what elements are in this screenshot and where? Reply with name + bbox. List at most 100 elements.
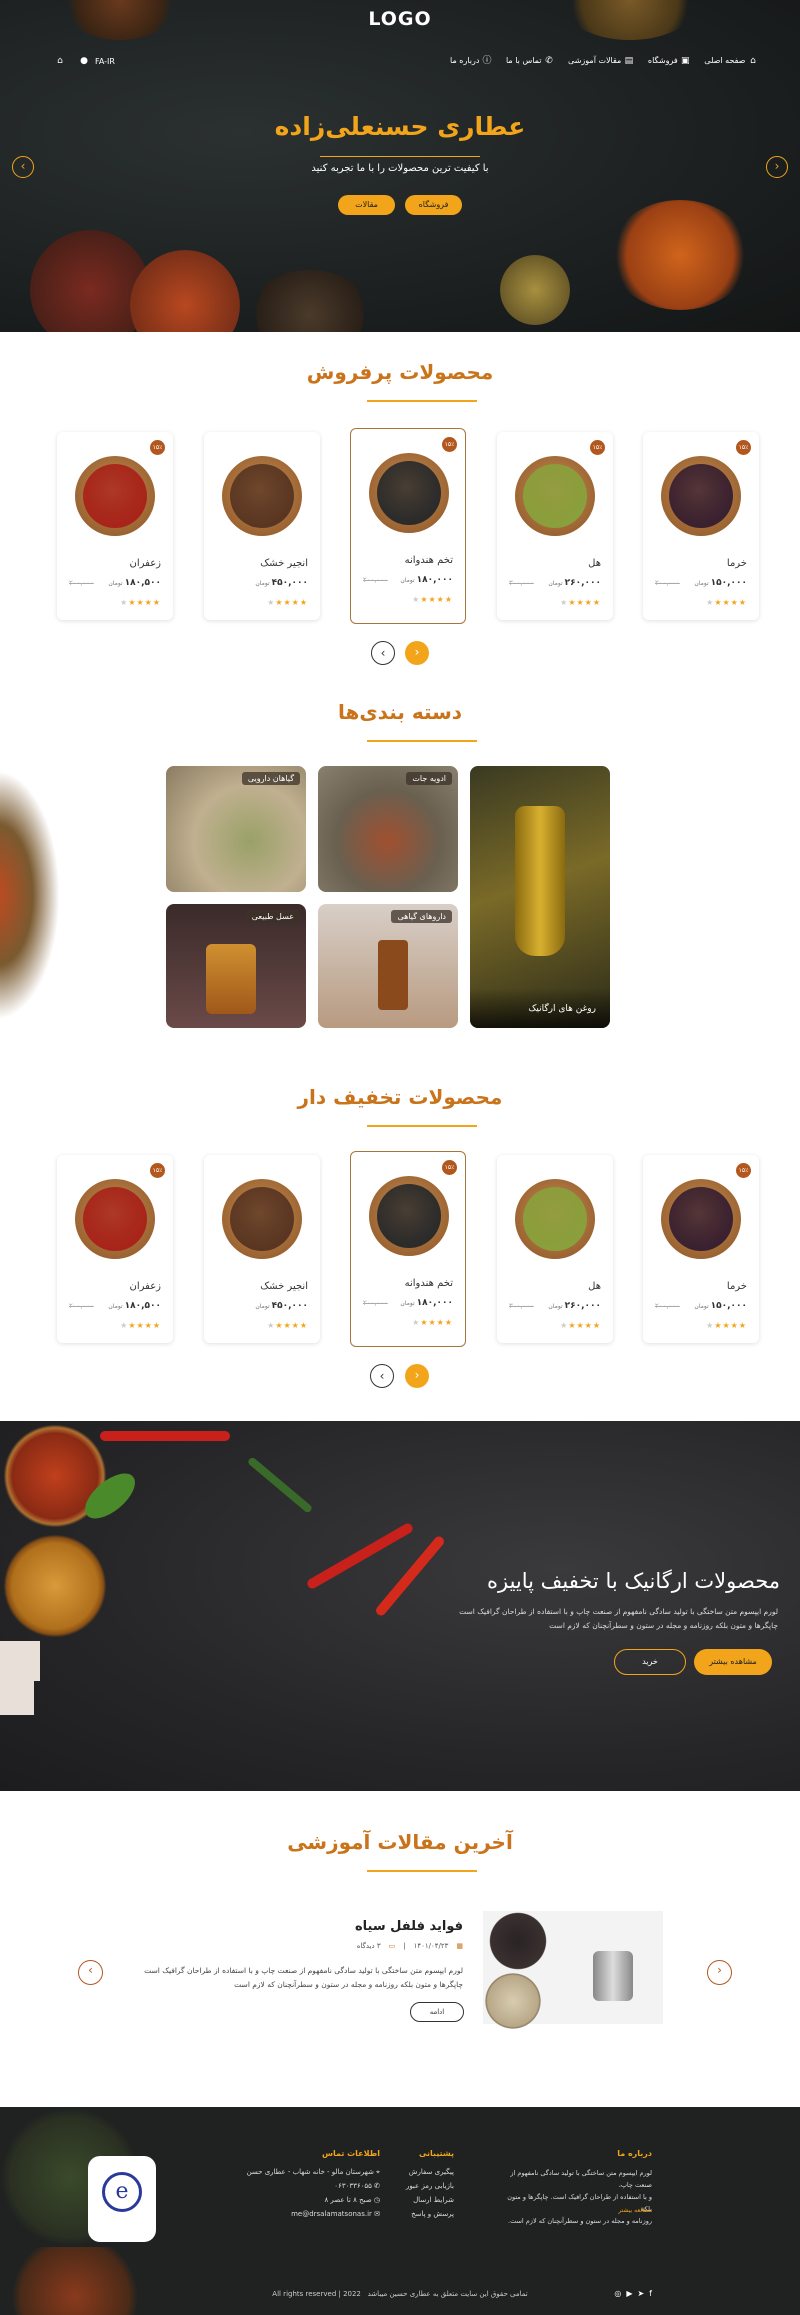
article-title[interactable]: فواید فلفل سیاه	[355, 1919, 463, 1934]
product-card[interactable]: ۱۵٪ تخم هندوانه ۱۸۰,۰۰۰تومان ۲۰۰,۰۰۰ ★★★★★	[350, 428, 466, 624]
promo-banner: محصولات ارگانیک با تخفیف پاییزه لورم ایپ…	[0, 1421, 800, 1791]
article-comments: ۳ دیدگاه	[356, 1942, 381, 1950]
nav-home[interactable]: ⌂ صفحه اصلی	[704, 56, 758, 66]
discount-title: محصولات تخفیف دار	[297, 1085, 503, 1109]
pepper-grinder	[593, 1951, 633, 2001]
hero-title: عطاری حسنعلی‌زاده	[274, 112, 526, 141]
section-underline	[367, 740, 477, 742]
garlic-clove	[0, 1681, 34, 1715]
section-underline	[367, 1125, 477, 1127]
product-card[interactable]: ۱۵٪ هل ۲۶۰,۰۰۰تومان ۳۰۰,۰۰۰ ★★★★★	[497, 432, 613, 620]
articles-prev-button[interactable]: ‹	[78, 1960, 103, 1985]
footer-support-link[interactable]: شرایط ارسال	[406, 2193, 454, 2207]
article-image[interactable]	[483, 1911, 663, 2031]
category-card-herbs[interactable]: گیاهان دارویی	[166, 766, 306, 892]
footer-phone[interactable]: ✆ ۰۶۳۰۳۳۶۰۵۵	[240, 2179, 380, 2193]
footer-contact-list: ⌖ شهرستان مالو - خانه شهاب - عطاری حسن ✆…	[240, 2165, 380, 2221]
product-fill	[669, 464, 733, 528]
product-card[interactable]: ۱۵٪ زعفران ۱۸۰,۵۰۰تومان ۲۰۰,۰۰۰ ★★★★★	[57, 432, 173, 620]
nav-shop[interactable]: ▣ فروشگاه	[648, 56, 690, 66]
footer-support-link[interactable]: پیگیری سفارش	[406, 2165, 454, 2179]
articles-next-button[interactable]: ›	[707, 1960, 732, 1985]
product-image	[661, 1179, 741, 1259]
rating-stars: ★★★★★	[706, 598, 747, 607]
medicine-bottle-image	[378, 940, 408, 1010]
footer-hours: ◷ صبح ۸ تا عصر ۸	[324, 2196, 380, 2204]
hero-articles-button[interactable]: مقالات	[338, 195, 395, 215]
category-label: داروهای گیاهی	[391, 910, 452, 923]
discount-badge: ۱۵٪	[442, 437, 457, 452]
footer-support-link[interactable]: پرسش و پاسخ	[406, 2207, 454, 2221]
spice-decoration	[0, 2247, 150, 2315]
article-read-more-button[interactable]: ادامه	[410, 2002, 464, 2022]
user-icon[interactable]: ●	[79, 56, 89, 66]
hero-shop-button[interactable]: فروشگاه	[405, 195, 462, 215]
spices-decoration	[0, 770, 60, 1020]
category-card-herbal-medicine[interactable]: داروهای گیاهی	[318, 904, 458, 1028]
product-old-price: ۲۰۰,۰۰۰	[655, 1302, 680, 1310]
discount-next-button[interactable]: ›	[405, 1364, 429, 1388]
product-card[interactable]: ۱۵٪ خرما ۱۵۰,۰۰۰تومان ۲۰۰,۰۰۰ ★★★★★	[643, 432, 759, 620]
product-image	[661, 456, 741, 536]
cart-icon[interactable]: ⌂	[55, 56, 65, 66]
footer-support-link[interactable]: بازیابی رمز عبور	[406, 2179, 454, 2193]
product-fill	[523, 464, 587, 528]
red-chili	[305, 1521, 415, 1591]
garlic-clove	[0, 1641, 40, 1681]
site-logo[interactable]: LOGO	[0, 8, 800, 30]
spice-pile-decoration	[130, 250, 240, 332]
product-image	[369, 453, 449, 533]
discount-prev-button[interactable]: ‹	[370, 1364, 394, 1388]
price-value: ۱۵۰,۰۰۰	[710, 1301, 747, 1311]
calendar-icon: ▦	[456, 1942, 463, 1950]
copyright-bar: All rights reserved | 2022 تمامی حقوق ای…	[0, 2290, 800, 2298]
product-name: هل	[588, 1281, 601, 1292]
product-card[interactable]: ۱۵٪ تخم هندوانه ۱۸۰,۰۰۰تومان ۲۰۰,۰۰۰ ★★★★★	[350, 1151, 466, 1347]
promo-more-button[interactable]: مشاهده بیشتر	[694, 1649, 772, 1675]
product-name: انجیر خشک	[260, 1281, 308, 1292]
footer-support-title: پشتیبانی	[418, 2149, 454, 2158]
price-value: ۲۶۰,۰۰۰	[564, 1301, 601, 1311]
spice-pile-decoration	[610, 200, 750, 310]
product-card[interactable]: هل ۲۶۰,۰۰۰تومان ۳۰۰,۰۰۰ ★★★★★	[497, 1155, 613, 1343]
promo-title: محصولات ارگانیک با تخفیف پاییزه	[486, 1569, 780, 1593]
honey-jar-image	[206, 944, 256, 1014]
footer-about-more-link[interactable]: مطالعه بیشتر	[618, 2207, 652, 2214]
footer-email[interactable]: ✉ me@drsalamatsonas.ir	[240, 2207, 380, 2221]
price-value: ۱۸۰,۰۰۰	[416, 1298, 453, 1308]
nav-about[interactable]: ⓘ درباره ما	[450, 56, 492, 66]
nav-contact[interactable]: ✆ تماس با ما	[506, 56, 554, 66]
hero-banner: LOGO FA-IR ● ⌂ ⌂ صفحه اصلی ▣ فروشگاه ▤ م…	[0, 0, 800, 332]
discount-badge: ۱۵٪	[442, 1160, 457, 1175]
enamad-trust-badge[interactable]: e	[88, 2156, 156, 2242]
comment-icon: ▭	[388, 1942, 396, 1950]
category-card-honey[interactable]: عسل طبیعی	[166, 904, 306, 1028]
product-name: تخم هندوانه	[404, 1278, 453, 1289]
product-card[interactable]: ۱۵٪ زعفران ۱۸۰,۵۰۰تومان ۲۰۰,۰۰۰ ★★★★★	[57, 1155, 173, 1343]
product-image	[75, 456, 155, 536]
product-card[interactable]: انجیر خشک ۴۵۰,۰۰۰تومان ★★★★★	[204, 1155, 320, 1343]
product-old-price: ۲۰۰,۰۰۰	[655, 579, 680, 587]
bestsellers-next-button[interactable]: ›	[405, 641, 429, 665]
price-unit: تومان	[548, 1303, 563, 1310]
category-card-organic-oils[interactable]: روغن های ارگانیک	[470, 766, 610, 1028]
product-price: ۴۵۰,۰۰۰تومان	[255, 578, 308, 588]
clock-icon: ◷	[371, 2196, 380, 2204]
product-image	[222, 456, 302, 536]
product-card[interactable]: انجیر خشک ۴۵۰,۰۰۰تومان ★★★★★	[204, 432, 320, 620]
hero-subtitle: با کیفیت ترین محصولات را با ما تجربه کنی…	[311, 163, 489, 174]
language-switch[interactable]: FA-IR	[95, 57, 115, 66]
price-unit: تومان	[255, 580, 270, 587]
product-card[interactable]: ۱۵٪ خرما ۱۵۰,۰۰۰تومان ۲۰۰,۰۰۰ ★★★★★	[643, 1155, 759, 1343]
product-image	[515, 1179, 595, 1259]
product-fill	[83, 1187, 147, 1251]
footer-about-line: لورم ایپسوم متن ساختگی با تولید سادگی نا…	[510, 2169, 652, 2189]
footer-about-text: لورم ایپسوم متن ساختگی با تولید سادگی نا…	[507, 2167, 652, 2227]
category-card-spices[interactable]: ادویه جات	[318, 766, 458, 892]
promo-buy-button[interactable]: خرید	[614, 1649, 686, 1675]
spice-pile-decoration	[250, 270, 370, 332]
nav-articles[interactable]: ▤ مقالات آموزشی	[568, 56, 634, 66]
bestsellers-prev-button[interactable]: ‹	[371, 641, 395, 665]
product-price: ۱۸۰,۰۰۰تومان	[400, 1298, 453, 1308]
red-chili	[100, 1431, 230, 1441]
